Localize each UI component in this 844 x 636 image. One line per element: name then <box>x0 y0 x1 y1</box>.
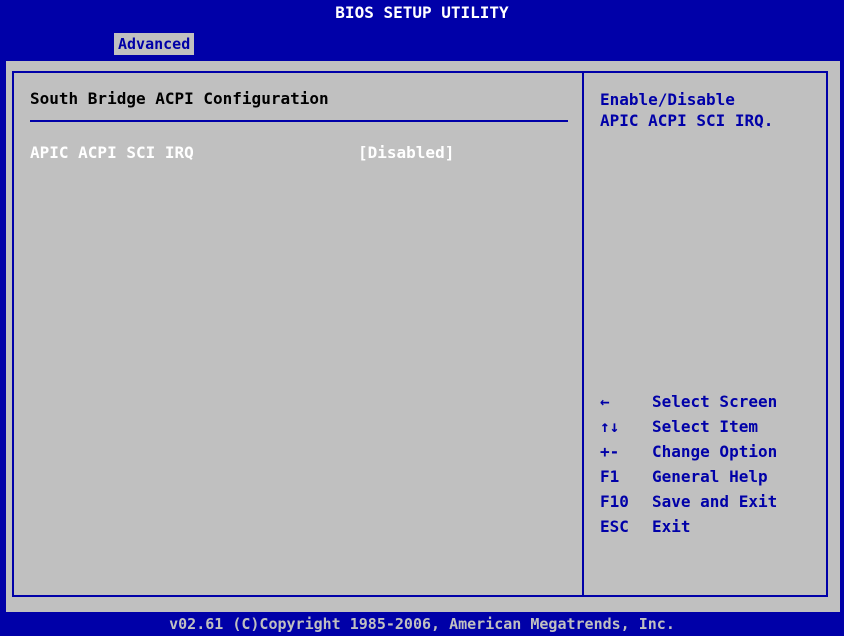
key-row-general-help: F1 General Help <box>600 464 822 489</box>
help-line-1: Enable/Disable <box>600 90 735 109</box>
up-down-arrow-icon: ↑↓ <box>600 417 620 436</box>
key-desc: Change Option <box>652 442 778 461</box>
help-text: Enable/Disable APIC ACPI SCI IRQ. <box>600 89 822 131</box>
key-desc: Select Item <box>652 417 758 436</box>
help-line-2: APIC ACPI SCI IRQ. <box>600 111 774 130</box>
key-row-change-option: +- Change Option <box>600 439 822 464</box>
plus-minus-icon: +- <box>600 442 620 461</box>
bios-title: BIOS SETUP UTILITY <box>335 3 509 22</box>
key-esc: ESC <box>600 517 629 536</box>
key-legend: ← Select Screen ↑↓ Select Item +- Change… <box>600 389 822 539</box>
section-title: South Bridge ACPI Configuration <box>30 89 329 108</box>
key-f10: F10 <box>600 492 629 511</box>
key-desc: Select Screen <box>652 392 778 411</box>
copyright-footer: v02.61 (C)Copyright 1985-2006, American … <box>169 615 675 633</box>
key-f1: F1 <box>600 467 620 486</box>
key-desc: Save and Exit <box>652 492 778 511</box>
key-desc: Exit <box>652 517 691 536</box>
left-arrow-icon: ← <box>600 392 610 411</box>
tab-advanced[interactable]: Advanced <box>114 33 195 55</box>
option-apic-acpi-sci-irq-label[interactable]: APIC ACPI SCI IRQ <box>30 143 194 162</box>
help-divider <box>582 71 584 597</box>
key-row-exit: ESC Exit <box>600 514 822 539</box>
key-desc: General Help <box>652 467 768 486</box>
option-apic-acpi-sci-irq-value[interactable]: [Disabled] <box>358 143 454 162</box>
section-rule <box>30 120 568 122</box>
key-row-select-item: ↑↓ Select Item <box>600 414 822 439</box>
key-row-save-exit: F10 Save and Exit <box>600 489 822 514</box>
key-row-select-screen: ← Select Screen <box>600 389 822 414</box>
